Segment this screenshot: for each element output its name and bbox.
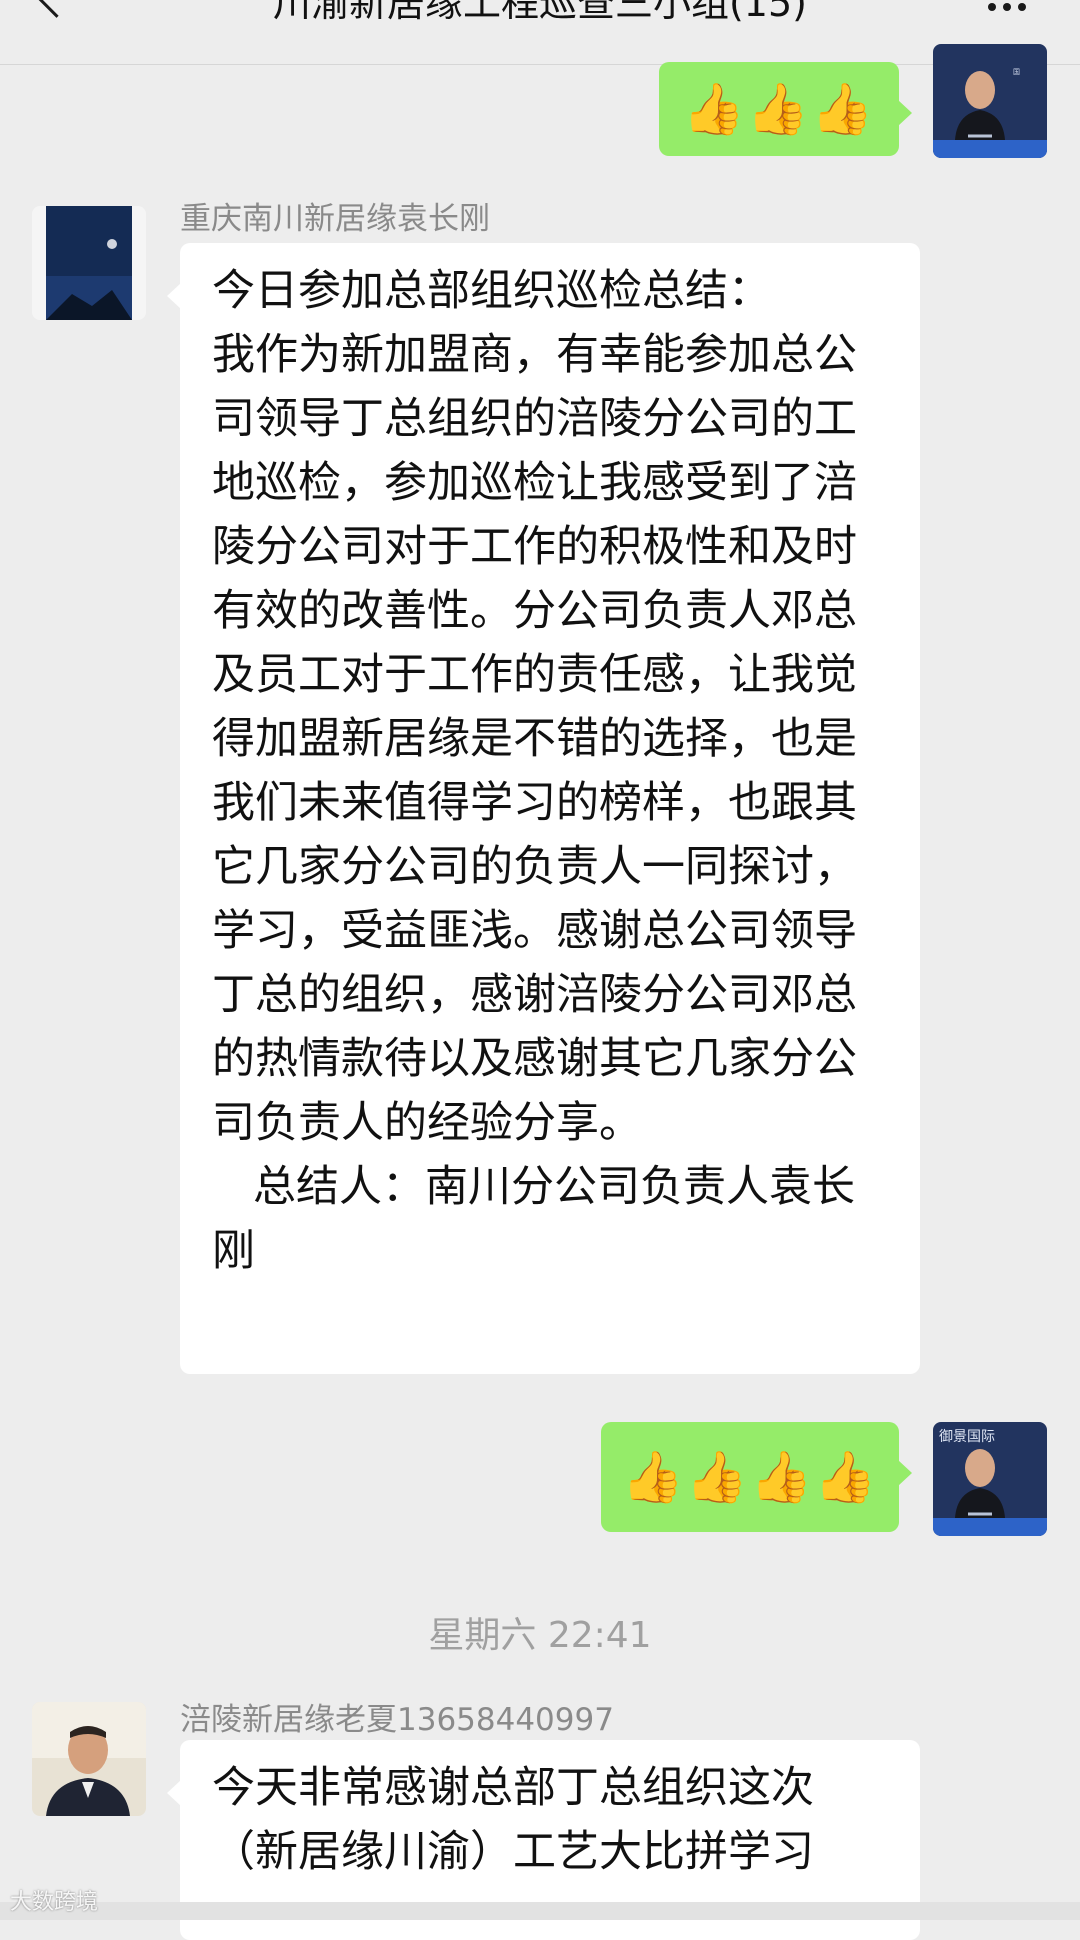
avatar-brand-text: 御景国际 [939,1429,995,1445]
outgoing-message-bubble[interactable]: 👍👍👍 [659,62,912,156]
more-dots-icon[interactable] [981,0,1026,15]
chat-title: 川渝新居缘工程巡查三小组(15) [272,0,807,25]
timestamp: 星期六 22:41 [428,1615,652,1656]
self-avatar[interactable]: 国 [933,44,1047,158]
sender-avatar-nanchuan[interactable] [32,206,146,320]
outgoing-message-bubble[interactable]: 👍👍👍👍 [601,1422,912,1532]
bottom-strip [0,1902,1080,1920]
svg-text:国: 国 [1013,68,1020,76]
watermark: 大数跨境 [10,1890,99,1915]
sender-name: 涪陵新居缘老夏13658440997 [180,1702,614,1738]
sender-avatar-fuling[interactable] [32,1702,146,1816]
thumbs-up-emoji: 👍👍👍👍 [621,1447,879,1506]
message-text: 今天非常感谢总部丁总组织这次（新居缘川渝）工艺大比拼学习 [212,1763,814,1877]
thumbs-up-emoji: 👍👍👍 [682,79,876,138]
message-text: 今日参加总部组织巡检总结： 我作为新加盟商，有幸能参加总公司领导丁总组织的涪陵分… [212,266,857,1276]
chat-header: 川渝新居缘工程巡查三小组(15) [0,0,1080,65]
sender-name: 重庆南川新居缘袁长刚 [180,201,490,237]
incoming-message-bubble[interactable]: 今日参加总部组织巡检总结： 我作为新加盟商，有幸能参加总公司领导丁总组织的涪陵分… [167,243,920,1374]
self-avatar[interactable]: 御景国际 [933,1422,1047,1536]
